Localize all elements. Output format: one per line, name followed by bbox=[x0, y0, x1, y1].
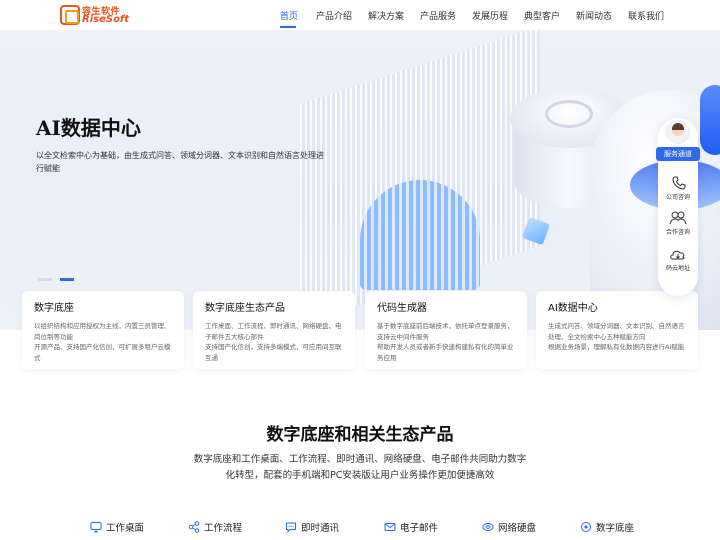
card-title: 数字底座生态产品 bbox=[205, 303, 285, 314]
tab-label: 即时通讯 bbox=[301, 523, 340, 534]
product-card-ecosystem[interactable]: 数字底座生态产品 工作桌面、工作流程、即时通讯、网络硬盘、电子邮件五大核心部件 … bbox=[193, 291, 355, 369]
nav-item-home[interactable]: 首页 bbox=[280, 9, 298, 22]
card-title: 代码生成器 bbox=[377, 303, 427, 314]
flow-icon bbox=[188, 521, 200, 533]
cooperation-consult-label[interactable]: 合作咨询 bbox=[658, 227, 698, 236]
tab-label: 工作流程 bbox=[204, 523, 243, 534]
card-desc: 生成式问答、领域分词器、文本识别、自然语言处理、全文检索中心五种赋能方向 bbox=[548, 322, 685, 341]
product-card-ai-data-center[interactable]: AI数据中心 生成式问答、领域分词器、文本识别、自然语言处理、全文检索中心五种赋… bbox=[536, 291, 698, 369]
hero-banner: AI数据中心 以全文检索中心为基础，由生成式问答、领域分词器、文本识别和自然语言… bbox=[0, 30, 720, 330]
handshake-icon[interactable] bbox=[668, 211, 688, 225]
chat-icon bbox=[286, 522, 296, 533]
nav-item-history[interactable]: 发展历程 bbox=[472, 9, 508, 22]
tab-label: 数字底座 bbox=[596, 523, 635, 534]
tab-label: 电子邮件 bbox=[400, 523, 439, 534]
card-title: AI数据中心 bbox=[548, 303, 598, 314]
logo-mark-icon bbox=[60, 5, 80, 25]
section-title: 数字底座和相关生态产品 bbox=[266, 425, 454, 445]
risesoft-logo[interactable]: 容生软件 RiseSoft bbox=[60, 4, 132, 26]
card-desc: 工作桌面、工作流程、即时通讯、网络硬盘、电子邮件五大核心部件 bbox=[205, 322, 342, 341]
card-desc: 基于数字底座前后端技术，依托单点登录服务，支持云中间件服务 bbox=[377, 322, 514, 341]
disk-icon bbox=[482, 523, 494, 531]
card-desc-2: 根据业务场景，理解私有化数据内容进行AI赋能 bbox=[548, 343, 685, 351]
hero-description: 以全文检索中心为基础，由生成式问答、领域分词器、文本识别和自然语言处理进行赋能 bbox=[36, 151, 324, 173]
product-card-code-generator[interactable]: 代码生成器 基于数字底座前后端技术，依托单点登录服务，支持云中间件服务 帮助开发… bbox=[365, 291, 527, 369]
tab-label: 网络硬盘 bbox=[498, 523, 537, 534]
phone-icon[interactable] bbox=[668, 176, 688, 190]
monitor-icon bbox=[90, 522, 102, 533]
nav-item-customers[interactable]: 典型客户 bbox=[524, 9, 560, 22]
section-description: 数字底座和工作桌面、工作流程、即时通讯、网络硬盘、电子邮件共同助力数字化转型，配… bbox=[193, 454, 527, 481]
base-icon bbox=[581, 522, 591, 532]
carousel-indicator-2-active[interactable] bbox=[60, 278, 74, 281]
logo-en-text: RiseSoft bbox=[82, 14, 130, 25]
service-avatar[interactable] bbox=[666, 120, 690, 144]
card-desc-2: 开源产品、支持国产化信创，可扩展多租户云模式 bbox=[34, 343, 171, 362]
hero-decoration-pill bbox=[700, 85, 720, 155]
card-desc-2: 帮助开发人员或者新手快速构建私有化的简单业务应用 bbox=[377, 343, 514, 362]
hero-title: AI数据中心 bbox=[36, 116, 141, 140]
card-desc: 以组织结构和应用授权为主线，内置三员管理、岗位制等功能 bbox=[34, 322, 171, 341]
card-desc-2: 支持国产化信创，支持多端模式，可应用间互联互通 bbox=[205, 343, 342, 362]
site-header: 容生软件 RiseSoft 首页 产品介绍 解决方案 产品服务 发展历程 典型客… bbox=[0, 0, 720, 30]
service-channel-label[interactable]: 服务通道 bbox=[656, 147, 700, 161]
nav-active-indicator bbox=[280, 26, 296, 28]
nav-item-services[interactable]: 产品服务 bbox=[420, 9, 456, 22]
nav-item-contact[interactable]: 联系我们 bbox=[628, 9, 664, 22]
hero-decoration-logo-icon bbox=[545, 100, 593, 128]
card-title: 数字底座 bbox=[34, 303, 74, 314]
mail-icon bbox=[384, 523, 396, 531]
company-consult-label[interactable]: 公司咨询 bbox=[658, 192, 698, 201]
cloud-icon[interactable] bbox=[668, 247, 688, 261]
tab-label: 工作桌面 bbox=[106, 523, 145, 534]
nav-item-news[interactable]: 新闻动态 bbox=[576, 9, 612, 22]
nav-item-products[interactable]: 产品介绍 bbox=[316, 9, 352, 22]
carousel-indicator-1[interactable] bbox=[38, 278, 52, 281]
gitee-address-label[interactable]: 码云地址 bbox=[658, 263, 698, 272]
hero-decoration-glass bbox=[360, 180, 480, 290]
nav-item-solutions[interactable]: 解决方案 bbox=[368, 9, 404, 22]
product-card-digital-base[interactable]: 数字底座 以组织结构和应用授权为主线，内置三员管理、岗位制等功能 开源产品、支持… bbox=[22, 291, 184, 369]
